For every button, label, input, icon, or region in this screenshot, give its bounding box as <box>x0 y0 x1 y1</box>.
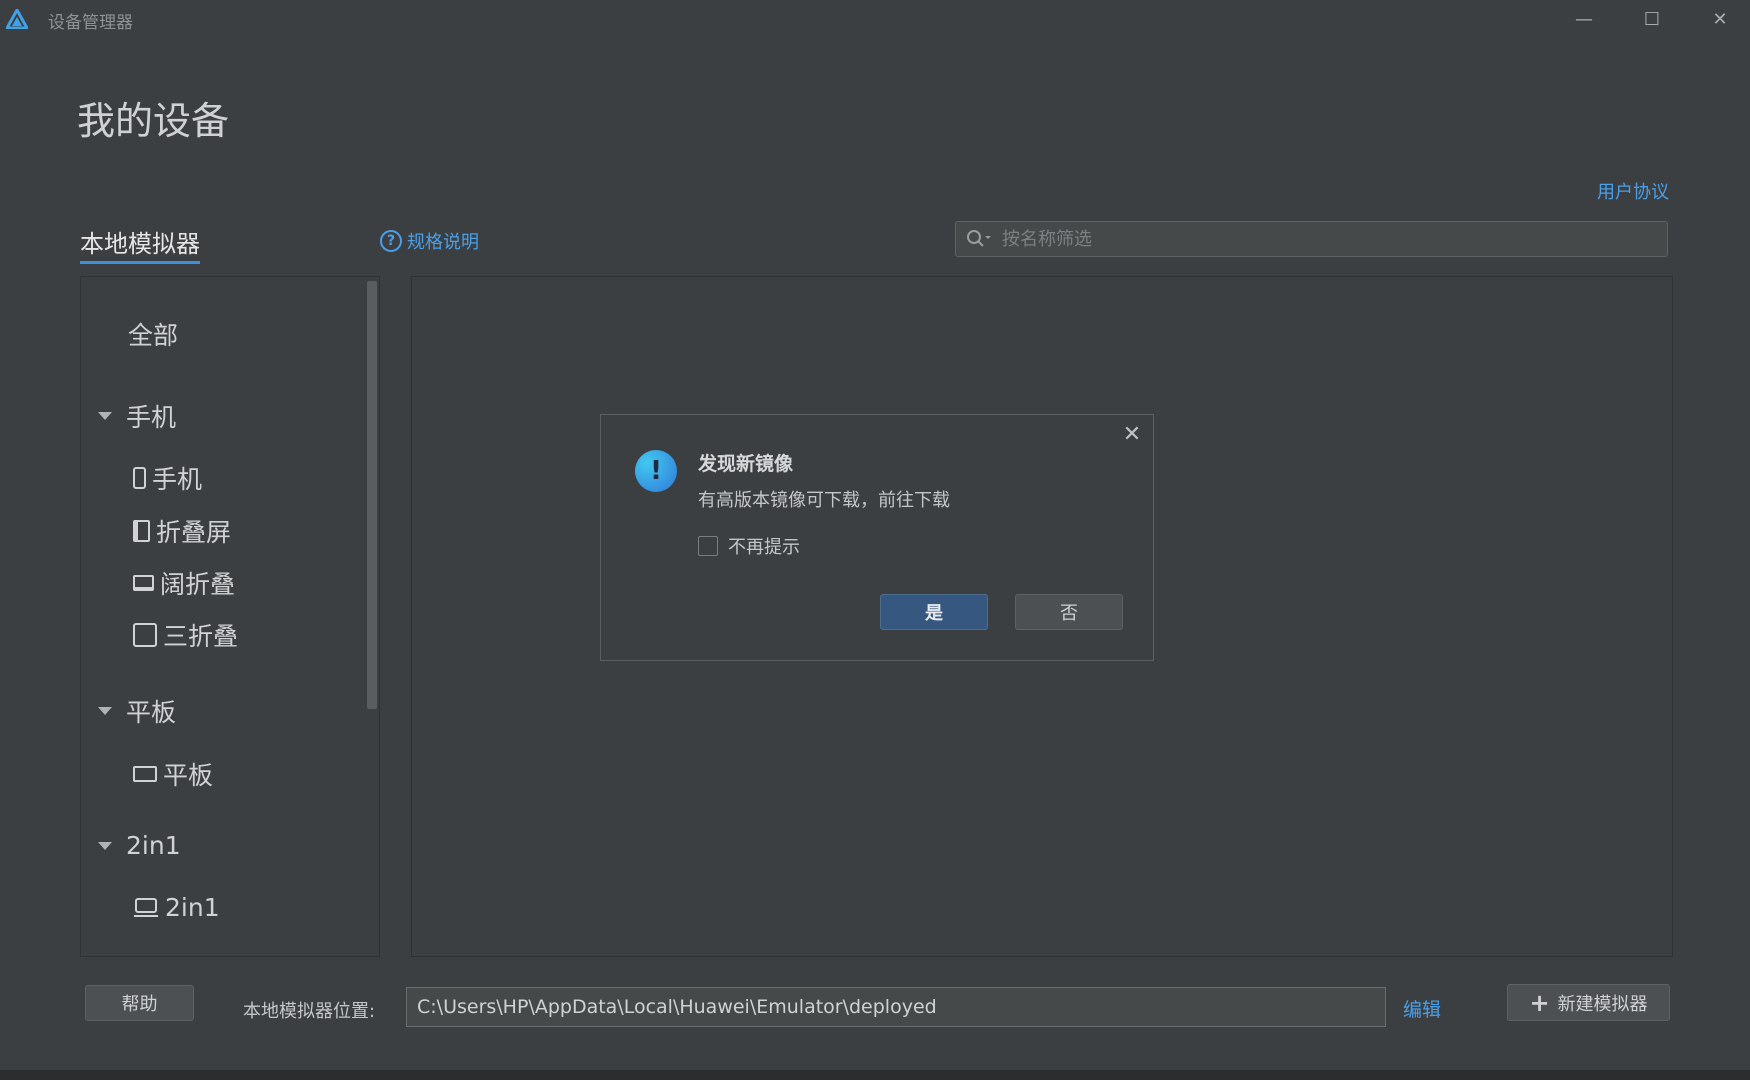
search-box[interactable] <box>955 221 1668 257</box>
collapse-caret-icon <box>98 841 112 850</box>
bottom-strip <box>0 1070 1750 1080</box>
minimize-button[interactable]: — <box>1564 4 1604 34</box>
sidebar-item-label: 平板 <box>163 761 214 790</box>
wide-fold-icon <box>133 575 154 591</box>
sidebar-item-phone[interactable]: 手机 <box>133 460 202 496</box>
tablet-icon <box>133 766 157 782</box>
sidebar-group-label: 2in1 <box>126 831 181 860</box>
spec-link[interactable]: ? 规格说明 <box>380 228 479 254</box>
no-button[interactable]: 否 <box>1015 594 1123 630</box>
sidebar-item-label: 折叠屏 <box>156 518 232 547</box>
window-close-button[interactable]: ✕ <box>1700 4 1740 34</box>
user-agreement-link[interactable]: 用户协议 <box>1597 178 1669 204</box>
sidebar-item-tri-fold[interactable]: 三折叠 <box>133 617 238 653</box>
dialog-close-button[interactable]: ✕ <box>1119 421 1145 447</box>
sidebar-item-label: 三折叠 <box>163 622 239 651</box>
sidebar-item-label: 2in1 <box>165 893 220 922</box>
collapse-caret-icon <box>98 412 112 420</box>
collapse-caret-icon <box>98 707 112 715</box>
sidebar-group-phone[interactable]: 手机 <box>98 398 176 434</box>
sidebar-group-tablet[interactable]: 平板 <box>98 693 176 729</box>
sidebar-item-label: 手机 <box>152 465 203 494</box>
sidebar-item-label: 阔折叠 <box>160 570 236 599</box>
emulator-location-label: 本地模拟器位置: <box>243 1001 376 1022</box>
new-emulator-label: 新建模拟器 <box>1557 993 1648 1015</box>
sidebar-item-all[interactable]: 全部 <box>128 316 178 352</box>
sidebar-group-label: 手机 <box>126 403 177 432</box>
dont-remind-label: 不再提示 <box>728 537 800 558</box>
sidebar-group-2in1[interactable]: 2in1 <box>98 831 181 860</box>
edit-location-link[interactable]: 编辑 <box>1403 995 1441 1022</box>
yes-button[interactable]: 是 <box>880 594 988 630</box>
page-title: 我的设备 <box>77 99 230 143</box>
foldable-icon <box>133 520 150 542</box>
help-button[interactable]: 帮助 <box>85 985 194 1021</box>
phone-icon <box>133 467 146 489</box>
sidebar-item-tablet[interactable]: 平板 <box>133 756 213 792</box>
sidebar-group-label: 平板 <box>126 698 177 727</box>
new-image-dialog: ✕ ! 发现新镜像 有高版本镜像可下载，前往下载 不再提示 是 否 <box>600 414 1154 661</box>
tab-local-emulator[interactable]: 本地模拟器 <box>80 224 200 264</box>
info-alert-icon: ! <box>635 450 677 492</box>
spec-link-label: 规格说明 <box>407 232 479 253</box>
tri-fold-icon <box>133 623 157 647</box>
emulator-location-field[interactable]: C:\Users\HP\AppData\Local\Huawei\Emulato… <box>406 987 1386 1027</box>
device-category-sidebar: 全部 手机 手机 折叠屏 阔折叠 三折叠 平板 平板 2in1 2in1 <box>80 276 380 957</box>
new-emulator-button[interactable]: + 新建模拟器 <box>1507 984 1670 1021</box>
sidebar-scrollbar[interactable] <box>367 281 377 709</box>
sidebar-item-foldable[interactable]: 折叠屏 <box>133 513 231 549</box>
dont-remind-checkbox[interactable] <box>698 536 718 556</box>
sidebar-item-2in1[interactable]: 2in1 <box>133 893 220 922</box>
laptop-icon <box>134 897 158 917</box>
plus-icon: + <box>1529 988 1550 1017</box>
maximize-button[interactable]: ☐ <box>1632 4 1672 34</box>
window-title: 设备管理器 <box>48 13 133 33</box>
search-icon <box>967 230 991 247</box>
dialog-title: 发现新镜像 <box>698 453 794 475</box>
app-logo-icon <box>6 9 28 29</box>
search-input[interactable] <box>1002 228 1642 250</box>
sidebar-item-wide-fold[interactable]: 阔折叠 <box>133 565 235 601</box>
dialog-message: 有高版本镜像可下载，前往下载 <box>698 490 950 511</box>
dont-remind-option[interactable]: 不再提示 <box>698 533 800 559</box>
help-circle-icon: ? <box>380 230 402 252</box>
